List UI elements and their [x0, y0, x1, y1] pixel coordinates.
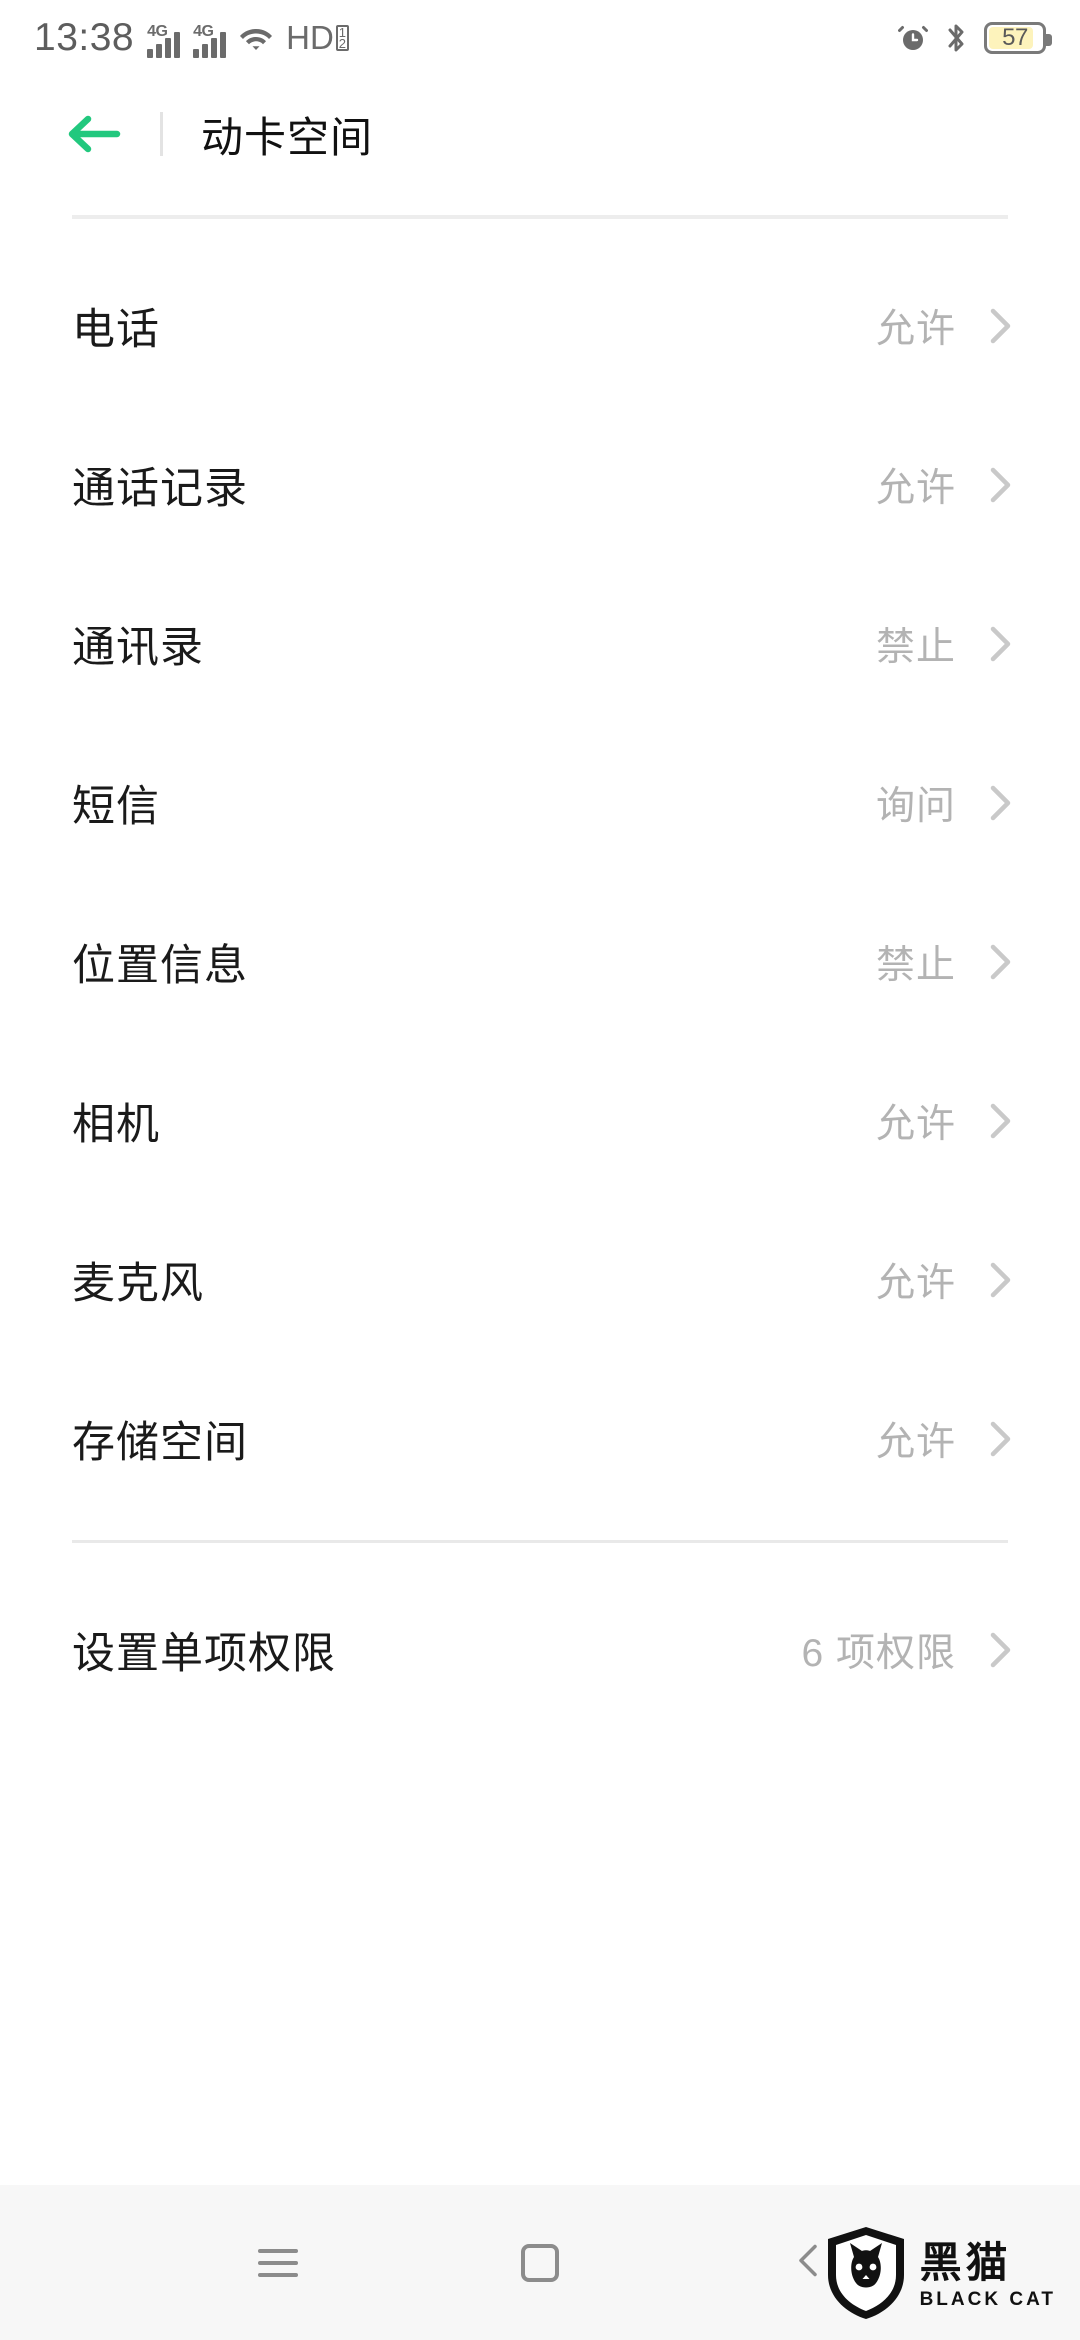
hd-sim-indicator: 1 2: [335, 25, 350, 51]
permission-list: 电话 允许 通话记录 允许 通讯录 禁止 短信 询问 位置信息 禁止 相机 允许…: [0, 246, 1080, 1518]
chevron-right-icon: [988, 1260, 1014, 1300]
battery-icon: 57: [984, 22, 1052, 54]
app-header: 动卡空间: [0, 76, 1080, 192]
wifi-icon: [239, 25, 273, 51]
permission-value: 允许: [875, 466, 956, 510]
permission-row-storage[interactable]: 存储空间 允许: [0, 1359, 1080, 1518]
chevron-right-icon: [988, 1101, 1014, 1141]
chevron-right-icon: [988, 942, 1014, 982]
single-permission-row[interactable]: 设置单项权限 6 项权限: [0, 1570, 1080, 1729]
permission-row-location[interactable]: 位置信息 禁止: [0, 882, 1080, 1041]
hd-sim-bottom: 2: [338, 36, 347, 51]
status-bar-right: 57: [898, 22, 1052, 54]
chevron-right-icon: [988, 783, 1014, 823]
status-bar-left: 13:38 4G 4G HD 1 2: [34, 16, 350, 60]
permission-row-camera[interactable]: 相机 允许: [0, 1041, 1080, 1200]
chevron-right-icon: [988, 306, 1014, 346]
permission-label: 麦克风: [72, 1259, 204, 1308]
permission-label: 通讯录: [72, 623, 204, 672]
hd-label: HD: [286, 19, 334, 56]
chevron-right-icon: [988, 1630, 1014, 1670]
status-bar: 13:38 4G 4G HD 1 2 57: [0, 0, 1080, 76]
permission-value: 允许: [875, 1102, 956, 1146]
home-square-icon[interactable]: [521, 2243, 559, 2282]
permission-label: 通话记录: [72, 464, 248, 513]
phone-screen: 13:38 4G 4G HD 1 2 57 动卡空间 电话 允许 通话记录 允许…: [0, 0, 1080, 2340]
chevron-right-icon: [988, 465, 1014, 505]
watermark: 黑猫 BLACK CAT: [824, 2225, 1056, 2326]
single-permission-label: 设置单项权限: [72, 1629, 336, 1678]
alarm-icon: [898, 23, 928, 53]
arrow-left-icon[interactable]: [66, 106, 122, 162]
header-bottom-rule: [72, 215, 1008, 219]
chevron-right-icon: [988, 1419, 1014, 1459]
section-divider: [72, 1540, 1008, 1543]
hd-volte-icon: HD 1 2: [286, 19, 350, 57]
permission-value: 禁止: [875, 943, 956, 987]
signal-4g-sim1-icon: 4G: [147, 18, 181, 58]
permission-value: 允许: [875, 307, 956, 351]
permission-value: 禁止: [875, 625, 956, 669]
permission-row-sms[interactable]: 短信 询问: [0, 723, 1080, 882]
permission-label: 位置信息: [72, 941, 248, 990]
watermark-en-text: BLACK CAT: [919, 2289, 1056, 2310]
signal-4g-sim2-icon: 4G: [193, 18, 227, 58]
status-bar-clock: 13:38: [34, 16, 135, 59]
battery-percent: 57: [1002, 24, 1028, 51]
permission-row-phone[interactable]: 电话 允许: [0, 246, 1080, 405]
permission-value: 询问: [875, 784, 956, 828]
single-permission-value: 6 项权限: [801, 1631, 956, 1675]
permission-row-microphone[interactable]: 麦克风 允许: [0, 1200, 1080, 1359]
recents-menu-icon[interactable]: [258, 2241, 298, 2285]
watermark-cn-text: 黑猫: [919, 2239, 1012, 2286]
permission-value: 允许: [875, 1261, 956, 1305]
black-cat-shield-icon: [824, 2225, 908, 2326]
permission-label: 存储空间: [72, 1418, 248, 1467]
page-title: 动卡空间: [201, 113, 374, 161]
permission-row-contacts[interactable]: 通讯录 禁止: [0, 564, 1080, 723]
header-divider: [160, 112, 163, 156]
permission-label: 相机: [72, 1100, 160, 1149]
permission-value: 允许: [875, 1420, 956, 1464]
bluetooth-icon: [944, 22, 968, 54]
chevron-right-icon: [988, 624, 1014, 664]
signal-4g-sim2-label: 4G: [193, 23, 214, 40]
system-nav-bar: 黑猫 BLACK CAT: [0, 2185, 1080, 2340]
permission-label: 电话: [72, 305, 160, 354]
signal-4g-sim1-label: 4G: [147, 23, 168, 40]
nav-back-triangle-icon[interactable]: [795, 2243, 821, 2282]
permission-row-call-log[interactable]: 通话记录 允许: [0, 405, 1080, 564]
permission-label: 短信: [72, 782, 160, 831]
